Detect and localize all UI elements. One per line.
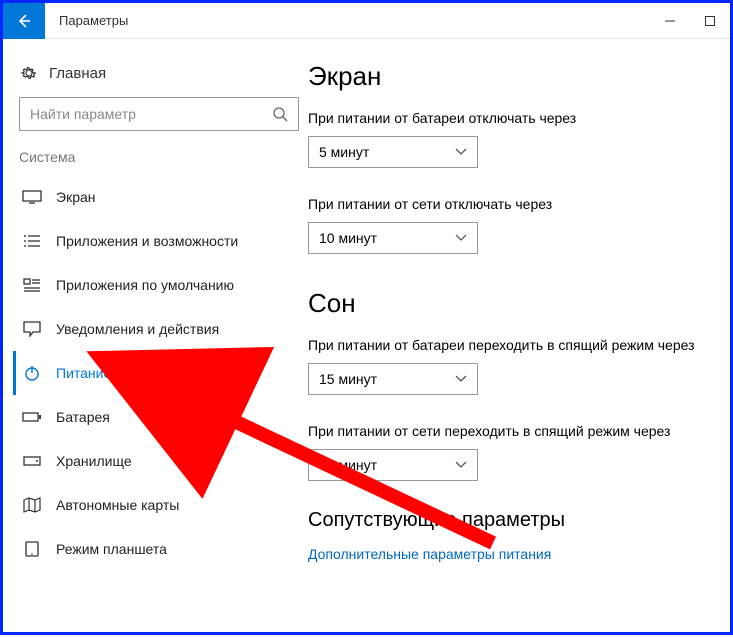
select-sleep-battery[interactable]: 15 минут [308, 363, 478, 395]
minimize-button[interactable] [650, 3, 690, 39]
sidebar-item-label: Приложения по умолчанию [56, 277, 234, 293]
related-heading: Сопутствующие параметры [308, 509, 730, 532]
chevron-down-icon [455, 148, 467, 156]
home-row[interactable]: Главная [13, 57, 308, 97]
sidebar-item-label: Экран [56, 189, 96, 205]
home-label: Главная [49, 65, 106, 82]
sidebar-item-battery[interactable]: Батарея [13, 395, 308, 439]
select-value: 5 минут [319, 144, 369, 160]
minimize-icon [664, 15, 676, 27]
select-value: 15 минут [319, 371, 377, 387]
main-content: Экран При питании от батареи отключать ч… [308, 39, 730, 632]
select-screen-plugged[interactable]: 10 минут [308, 222, 478, 254]
map-icon [22, 497, 42, 513]
search-placeholder: Найти параметр [30, 106, 136, 122]
sidebar-item-label: Батарея [56, 409, 110, 425]
sidebar-item-default-apps[interactable]: Приложения по умолчанию [13, 263, 308, 307]
search-icon [272, 106, 288, 122]
sidebar-item-storage[interactable]: Хранилище [13, 439, 308, 483]
sidebar-item-label: Питание и спящий режим [56, 365, 222, 381]
select-value: 30 минут [319, 457, 377, 473]
search-input[interactable]: Найти параметр [19, 97, 299, 131]
chevron-down-icon [455, 234, 467, 242]
sidebar: Главная Найти параметр Система Экран При… [3, 39, 308, 632]
chevron-down-icon [455, 375, 467, 383]
notification-icon [22, 321, 42, 337]
maximize-button[interactable] [690, 3, 730, 39]
default-apps-icon [22, 277, 42, 293]
sidebar-item-label: Приложения и возможности [56, 233, 238, 249]
back-button[interactable] [3, 3, 45, 39]
power-icon [22, 365, 42, 381]
link-additional-power[interactable]: Дополнительные параметры питания [308, 546, 730, 562]
monitor-icon [22, 189, 42, 205]
battery-icon [22, 409, 42, 425]
tablet-icon [22, 541, 42, 557]
select-value: 10 минут [319, 230, 377, 246]
titlebar: Параметры [3, 3, 730, 39]
label-screen-battery: При питании от батареи отключать через [308, 110, 730, 126]
maximize-icon [704, 15, 716, 27]
storage-icon [22, 453, 42, 469]
label-sleep-battery: При питании от батареи переходить в спящ… [308, 337, 730, 353]
sidebar-item-label: Автономные карты [56, 497, 179, 513]
window-title: Параметры [59, 13, 128, 28]
sidebar-item-label: Хранилище [56, 453, 132, 469]
select-screen-battery[interactable]: 5 минут [308, 136, 478, 168]
gear-icon [19, 63, 39, 83]
sidebar-item-power-sleep[interactable]: Питание и спящий режим [13, 351, 308, 395]
sidebar-item-label: Режим планшета [56, 541, 167, 557]
list-icon [22, 233, 42, 249]
select-sleep-plugged[interactable]: 30 минут [308, 449, 478, 481]
sidebar-item-tablet-mode[interactable]: Режим планшета [13, 527, 308, 571]
label-sleep-plugged: При питании от сети переходить в спящий … [308, 423, 730, 439]
sidebar-item-label: Уведомления и действия [56, 321, 219, 337]
sidebar-item-apps[interactable]: Приложения и возможности [13, 219, 308, 263]
chevron-down-icon [455, 461, 467, 469]
sidebar-item-notifications[interactable]: Уведомления и действия [13, 307, 308, 351]
sidebar-item-offline-maps[interactable]: Автономные карты [13, 483, 308, 527]
label-screen-plugged: При питании от сети отключать через [308, 196, 730, 212]
arrow-left-icon [16, 13, 32, 29]
sidebar-item-display[interactable]: Экран [13, 175, 308, 219]
category-label: Система [19, 149, 308, 165]
section-heading-screen: Экран [308, 61, 730, 92]
section-heading-sleep: Сон [308, 288, 730, 319]
